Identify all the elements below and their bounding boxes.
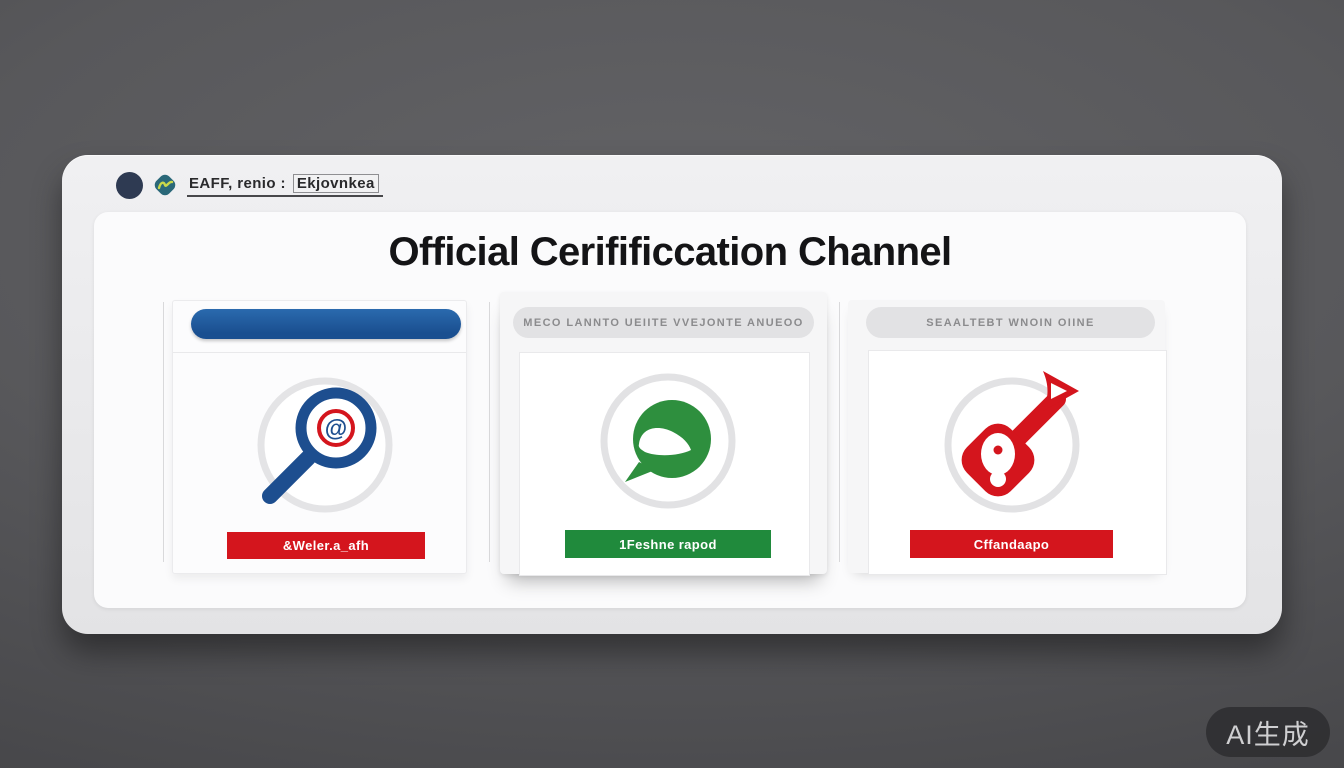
desktop-background: EAFF, renio : Ekjovnkea Official Cerifif…: [0, 0, 1344, 768]
card2-header-pill: MECO LANNTO UEIITE VVEJONTE ANUEOO: [513, 307, 814, 338]
magnifier-icon: @: [240, 360, 410, 530]
brand-dot-icon: [116, 172, 143, 199]
app-window: EAFF, renio : Ekjovnkea Official Cerifif…: [62, 155, 1282, 634]
chat-bubble-icon: [583, 356, 753, 526]
card1-action-button[interactable]: &Weler.a_afh: [227, 532, 425, 559]
card-official-account: MECO LANNTO UEIITE VVEJONTE ANUEOO 1Fesh…: [500, 292, 827, 574]
brand-text-boxed: Ekjovnkea: [293, 174, 379, 193]
brand-row: EAFF, renio : Ekjovnkea: [116, 171, 383, 199]
card3-header-pill: SEAALTEBT WNOIN OIINE: [866, 307, 1155, 338]
page-title: Official Cerifificcation Channel: [94, 230, 1246, 275]
card-search-verification: @ &Weler.a_afh: [172, 300, 467, 574]
card1-header-pill: [191, 309, 461, 339]
ai-generated-watermark: AI生成: [1206, 707, 1330, 757]
brand-link[interactable]: EAFF, renio : Ekjovnkea: [187, 174, 383, 197]
card1-divider: [173, 352, 466, 353]
card-online-verification: SEAALTEBT WNOIN OIINE Cffandaapo: [848, 300, 1165, 573]
content-panel: Official Cerifificcation Channel @ &Wele…: [94, 212, 1246, 608]
at-glyph: @: [325, 415, 347, 441]
check-pin-icon: [927, 355, 1097, 525]
sheet-edge: [489, 302, 490, 562]
brand-logo-icon: [152, 172, 178, 198]
brand-text: EAFF, renio :: [189, 175, 286, 192]
sheet-edge: [839, 302, 840, 562]
card3-action-button[interactable]: Cffandaapo: [910, 530, 1113, 558]
sheet-edge: [163, 302, 164, 562]
card2-action-button[interactable]: 1Feshne rapod: [565, 530, 771, 558]
